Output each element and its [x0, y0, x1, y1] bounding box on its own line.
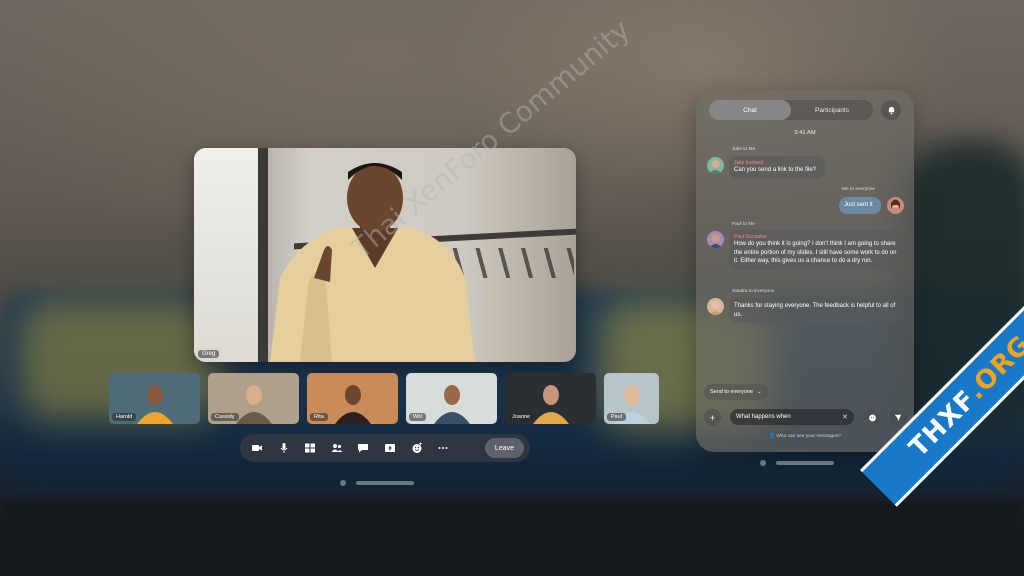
window-close-dot[interactable]	[340, 480, 346, 486]
sender-name: Julie Inclined	[734, 160, 763, 166]
participant-name-tag: Paul	[607, 413, 627, 421]
chat-icon[interactable]	[352, 437, 374, 459]
chat-message: Paul Gonzalez How do you think it is goi…	[729, 230, 904, 270]
message-text: Just sent it	[844, 202, 873, 208]
participant-name-tag: Rita	[310, 413, 328, 421]
chat-tabs: Chat Participants	[709, 100, 873, 120]
participant-figure	[334, 385, 371, 424]
grid-view-icon[interactable]	[299, 437, 321, 459]
chat-message: Thanks for staying everyone. The feedbac…	[729, 298, 904, 324]
participant-figure	[532, 385, 569, 424]
more-icon[interactable]	[432, 437, 454, 459]
participant-tile[interactable]: Will	[406, 373, 497, 424]
chat-panel: Chat Participants 9:41 AM Julie to Me Ju…	[696, 90, 914, 452]
speaker-name-tag: Greg	[198, 350, 220, 358]
avatar	[707, 157, 724, 174]
avatar	[887, 197, 904, 214]
participant-tile[interactable]: Rita	[307, 373, 398, 424]
participant-name-tag: Harold	[112, 413, 137, 421]
participant-tile[interactable]: Cassidy	[208, 373, 299, 424]
send-to-dropdown[interactable]: Send to everyone ⌄	[704, 384, 768, 400]
message-text: Can you send a link to the file?	[734, 167, 817, 173]
leave-button[interactable]: Leave	[484, 438, 524, 458]
chat-message-input[interactable]: What happens when ✕	[730, 409, 854, 425]
video-icon[interactable]	[246, 437, 268, 459]
send-icon[interactable]	[889, 409, 906, 426]
participant-figure	[136, 385, 173, 424]
participant-figure	[235, 385, 272, 424]
reactions-icon[interactable]	[406, 437, 428, 459]
participant-name-tag: Joanne	[508, 413, 535, 421]
avatar	[707, 231, 724, 248]
call-toolbar: Leave	[240, 434, 530, 462]
bell-icon[interactable]	[881, 100, 901, 120]
panel-move-bar[interactable]	[776, 461, 834, 465]
message-meta: Julie to Me	[732, 147, 756, 152]
message-text: Thanks for staying everyone. The feedbac…	[734, 303, 896, 318]
sender-name: Paul Gonzalez	[734, 234, 767, 240]
participant-name-tag: Will	[409, 413, 426, 421]
ribbon-text-b: .ORG	[961, 329, 1024, 406]
message-meta: Paul to Me	[732, 222, 755, 227]
video-background-window	[194, 148, 264, 362]
chevron-down-icon: ⌄	[757, 389, 762, 395]
clear-icon[interactable]: ✕	[842, 413, 848, 421]
participants-icon[interactable]	[326, 437, 348, 459]
participant-tile[interactable]: Paul	[604, 373, 659, 424]
window-move-bar[interactable]	[356, 481, 414, 485]
chat-input-value: What happens when	[736, 414, 791, 420]
chat-timestamp: 9:41 AM	[794, 130, 816, 136]
participant-name-tag: Cassidy	[211, 413, 239, 421]
share-screen-icon[interactable]	[379, 437, 401, 459]
who-can-see-link[interactable]: 👤 Who can see your messages?	[696, 434, 914, 439]
send-to-label: Send to everyone	[710, 389, 754, 395]
chat-message-mine: Just sent it	[839, 197, 881, 214]
background-floor	[0, 500, 1024, 576]
microphone-icon[interactable]	[273, 437, 295, 459]
message-text: How do you think it is going? I don't th…	[734, 241, 897, 265]
panel-close-dot[interactable]	[760, 460, 766, 466]
ribbon-text-a: THXF	[903, 384, 983, 464]
participant-tile[interactable]: Harold	[109, 373, 200, 424]
emoji-icon[interactable]	[864, 409, 881, 426]
chat-message: Julie Inclined Can you send a link to th…	[729, 156, 825, 179]
message-meta: Sandra to Everyone	[732, 289, 775, 294]
participant-figure	[433, 385, 470, 424]
avatar	[707, 298, 724, 315]
video-background-frame	[258, 148, 268, 362]
who-can-see-label: Who can see your messages?	[776, 434, 841, 439]
add-icon[interactable]: +	[704, 409, 721, 426]
participant-tile[interactable]: Joanne	[505, 373, 596, 424]
tab-chat[interactable]: Chat	[709, 100, 791, 120]
message-meta: Me to everyone	[842, 187, 876, 192]
tab-participants[interactable]: Participants	[791, 100, 873, 120]
main-video-tile[interactable]: Greg	[194, 148, 576, 362]
